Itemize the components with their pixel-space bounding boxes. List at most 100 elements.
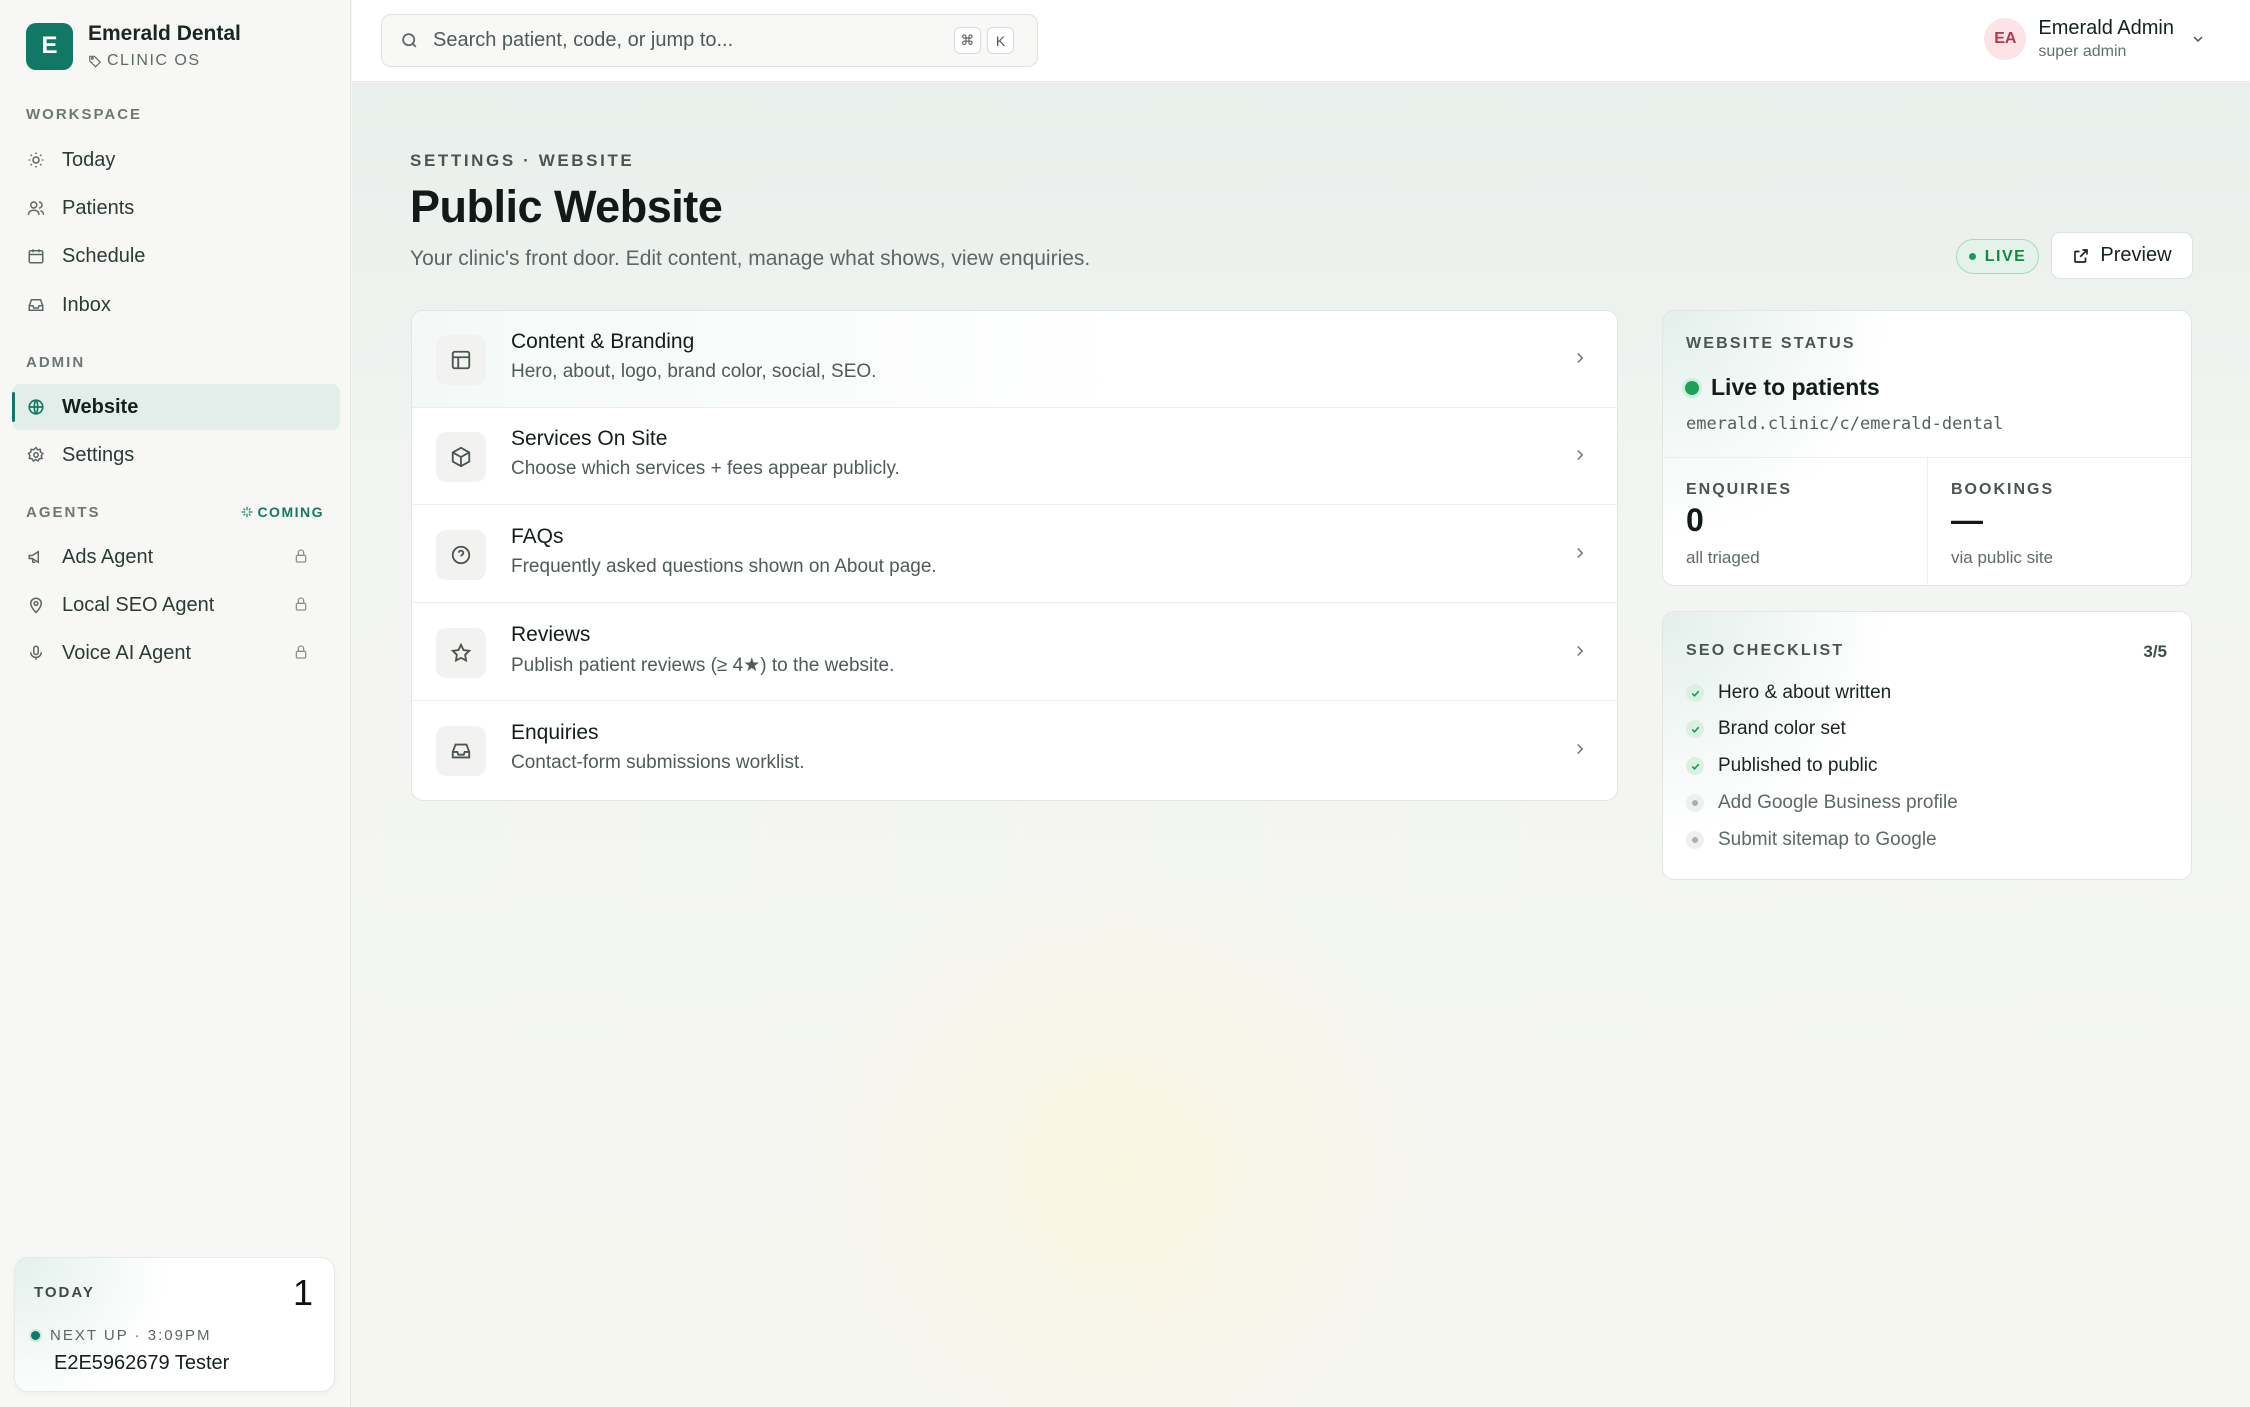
card-label: WEBSITE STATUS <box>1686 335 1856 352</box>
page-subtitle: Your clinic's front door. Edit content, … <box>410 247 1091 270</box>
coming-badge: COMING <box>240 504 324 520</box>
check-icon <box>1691 763 1699 770</box>
stat-value: 0 <box>1686 502 1704 538</box>
checklist-item[interactable]: Add Google Business profile <box>1686 792 1958 814</box>
users-icon <box>27 201 45 215</box>
list-item-services-on-site[interactable]: Services On Site Choose which services +… <box>412 408 1617 505</box>
sidebar-item-voice-ai-agent[interactable]: Voice AI Agent <box>12 630 340 676</box>
live-badge: LIVE <box>1956 239 2039 274</box>
next-patient-name: E2E5962679 Tester <box>54 1352 230 1374</box>
list-item-faqs[interactable]: FAQs Frequently asked questions shown on… <box>412 506 1617 603</box>
next-up: NEXT UP · 3:09PM <box>31 1327 212 1344</box>
calendar-icon <box>28 249 44 264</box>
sidebar-item-label: Today <box>62 148 116 171</box>
pending-dot-icon <box>1686 831 1704 849</box>
tag-icon <box>89 55 102 68</box>
gear-icon <box>27 446 44 463</box>
page-title: Public Website <box>410 181 723 232</box>
avatar: EA <box>1984 18 2027 60</box>
status-dot <box>31 1331 40 1340</box>
sidebar-item-local-seo-agent[interactable]: Local SEO Agent <box>12 582 340 628</box>
check-icon <box>1691 726 1699 733</box>
layout-icon <box>451 350 471 370</box>
card-label: SEO CHECKLIST <box>1686 642 1845 659</box>
website-url[interactable]: emerald.clinic/c/emerald-dental <box>1686 414 2003 434</box>
list-item-title: FAQs <box>511 525 564 548</box>
chevron-right-icon <box>1577 352 1584 364</box>
list-item-reviews[interactable]: Reviews Publish patient reviews (≥ 4★) t… <box>412 604 1617 701</box>
user-menu[interactable]: EA Emerald Admin super admin <box>1984 17 2206 61</box>
sidebar-item-label: Settings <box>62 443 135 466</box>
sidebar-item-today[interactable]: Today <box>12 137 340 183</box>
sidebar-item-label: Voice AI Agent <box>62 641 191 664</box>
section-label-admin: ADMIN <box>26 354 86 371</box>
list-item-desc: Contact-form submissions worklist. <box>511 752 805 773</box>
list-item-title: Services On Site <box>511 427 668 450</box>
website-status-card: WEBSITE STATUS Live to patients emerald.… <box>1662 310 2192 586</box>
seo-progress-count: 3/5 <box>2143 642 2167 661</box>
lock-icon <box>295 597 307 611</box>
user-role: super admin <box>2038 43 2127 60</box>
star-icon <box>450 642 472 663</box>
sidebar-item-inbox[interactable]: Inbox <box>12 282 340 328</box>
brand-subtitle: CLINIC OS <box>107 52 201 69</box>
lock-icon <box>295 549 307 563</box>
chevron-right-icon <box>1577 645 1584 657</box>
preview-button[interactable]: Preview <box>2051 232 2193 279</box>
map-pin-icon <box>29 597 43 614</box>
sparkle-icon <box>242 506 253 518</box>
sun-icon <box>28 152 44 168</box>
brand[interactable]: E Emerald Dental CLINIC OS <box>26 22 241 70</box>
lock-icon <box>295 645 307 659</box>
pending-dot-icon <box>1686 794 1704 812</box>
website-live-status: Live to patients <box>1685 374 1880 401</box>
external-link-icon <box>2074 248 2089 263</box>
checklist-item[interactable]: Brand color set <box>1686 718 1846 740</box>
shortcut-key-cmd: ⌘ <box>954 27 981 54</box>
brand-logo: E <box>26 22 73 70</box>
sidebar-item-label: Patients <box>62 196 135 219</box>
chevron-right-icon <box>1577 743 1584 755</box>
today-label: TODAY <box>34 1284 95 1301</box>
megaphone-icon <box>28 550 39 564</box>
sidebar-item-label: Local SEO Agent <box>62 593 215 616</box>
status-dot <box>1685 380 1699 395</box>
list-item-desc: Frequently asked questions shown on Abou… <box>511 556 937 577</box>
list-item-content-branding[interactable]: Content & Branding Hero, about, logo, br… <box>412 311 1617 408</box>
chevron-down-icon <box>2193 36 2203 43</box>
checklist-item[interactable]: Hero & about written <box>1686 682 1891 704</box>
bookings-stat[interactable]: BOOKINGS — via public site <box>1928 458 2191 585</box>
list-item-title: Reviews <box>511 623 591 646</box>
sidebar-item-label: Schedule <box>62 244 146 267</box>
globe-icon <box>28 399 44 415</box>
list-item-desc: Hero, about, logo, brand color, social, … <box>511 361 877 382</box>
box-icon <box>451 446 471 468</box>
sidebar-item-website[interactable]: Website <box>12 384 340 430</box>
sidebar-item-ads-agent[interactable]: Ads Agent <box>12 534 340 580</box>
seo-checklist-card: SEO CHECKLIST 3/5 Hero & about written B… <box>1662 611 2192 880</box>
section-label-agents: AGENTS <box>26 504 101 521</box>
enquiries-stat[interactable]: ENQUIRIES 0 all triaged <box>1663 458 1927 585</box>
search-input[interactable]: Search patient, code, or jump to... ⌘ K <box>381 14 1038 67</box>
breadcrumb: SETTINGS · WEBSITE <box>410 151 635 170</box>
microphone-icon <box>30 645 42 660</box>
list-item-enquiries[interactable]: Enquiries Contact-form submissions workl… <box>412 702 1617 799</box>
checklist-item[interactable]: Published to public <box>1686 755 1878 777</box>
today-card[interactable]: TODAY 1 NEXT UP · 3:09PM E2E5962679 Test… <box>14 1257 335 1392</box>
check-icon <box>1691 690 1699 697</box>
website-sections-list: Content & Branding Hero, about, logo, br… <box>411 310 1618 801</box>
sidebar-item-schedule[interactable]: Schedule <box>12 233 340 279</box>
sidebar: E Emerald Dental CLINIC OS WORKSPACE Tod… <box>0 0 351 1407</box>
sidebar-item-settings[interactable]: Settings <box>12 432 340 478</box>
sidebar-item-label: Website <box>62 395 139 418</box>
list-item-desc: Publish patient reviews (≥ 4★) to the we… <box>511 655 895 676</box>
shortcut-key-k: K <box>987 27 1014 54</box>
today-count: 1 <box>292 1272 313 1313</box>
checklist-item[interactable]: Submit sitemap to Google <box>1686 829 1937 851</box>
inbox-icon <box>451 743 471 759</box>
brand-name: Emerald Dental <box>88 22 241 45</box>
sidebar-item-patients[interactable]: Patients <box>12 185 340 231</box>
sidebar-item-label: Ads Agent <box>62 545 154 568</box>
chevron-right-icon <box>1577 449 1584 461</box>
section-label-workspace: WORKSPACE <box>26 106 143 123</box>
